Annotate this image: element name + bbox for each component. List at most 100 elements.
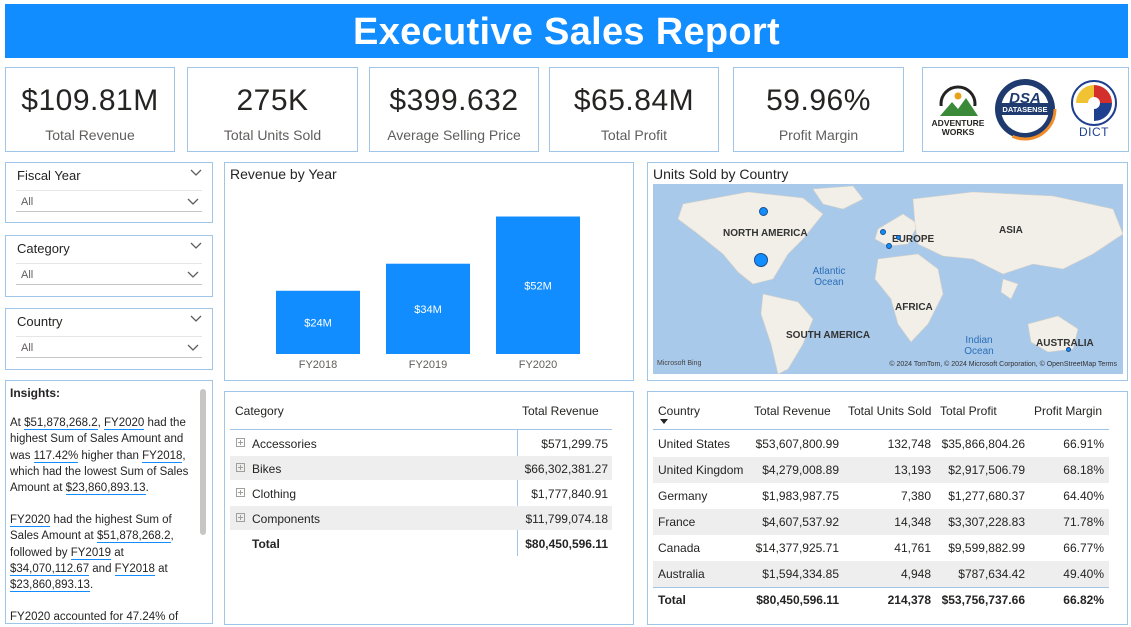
cell-profit: $2,917,506.79 bbox=[948, 463, 1025, 477]
cell-country: Canada bbox=[658, 541, 701, 555]
chevron-down-icon[interactable] bbox=[187, 344, 199, 352]
bar-data-label: $52M bbox=[524, 280, 552, 292]
cell-profit: $3,307,228.83 bbox=[948, 515, 1025, 529]
map-title: Units Sold by Country bbox=[653, 166, 789, 182]
table-total-label: Total bbox=[252, 537, 280, 551]
cell-units: 7,380 bbox=[900, 489, 931, 503]
expand-icon[interactable] bbox=[236, 438, 245, 447]
table-row-revenue: $66,302,381.27 bbox=[524, 462, 608, 476]
kpi-card-average-selling-price[interactable]: $399.632 Average Selling Price bbox=[369, 67, 539, 152]
sort-desc-icon[interactable] bbox=[660, 419, 668, 424]
title-banner: Executive Sales Report bbox=[5, 4, 1128, 58]
cell-margin: 71.78% bbox=[1063, 515, 1104, 529]
column-header-total-revenue[interactable]: Total Revenue bbox=[754, 404, 831, 418]
chevron-down-icon[interactable] bbox=[190, 169, 202, 177]
revenue-by-year-chart[interactable]: Revenue by Year $24M FY2018 $34M FY2019 $52M… bbox=[224, 162, 634, 381]
column-header-total-units-sold[interactable]: Total Units Sold bbox=[848, 404, 931, 418]
slicer-value: All bbox=[21, 342, 34, 354]
x-tick-label: FY2020 bbox=[519, 359, 558, 371]
kpi-value: $65.84M bbox=[573, 84, 695, 117]
cell-total-label: Total bbox=[658, 593, 686, 607]
dict-seal-logo: DICT bbox=[1065, 79, 1123, 141]
map-bubble-canada[interactable] bbox=[759, 207, 768, 216]
cell-units: 14,348 bbox=[894, 515, 931, 529]
column-header-total-profit[interactable]: Total Profit bbox=[940, 404, 997, 418]
expand-icon[interactable] bbox=[236, 488, 245, 497]
map-label-south-america: SOUTH AMERICA bbox=[786, 330, 871, 341]
kpi-value: $109.81M bbox=[21, 84, 159, 117]
map-canvas[interactable]: NORTH AMERICA EUROPE ASIA AFRICA SOUTH A… bbox=[653, 184, 1123, 374]
kpi-card-profit-margin[interactable]: 59.96% Profit Margin bbox=[733, 67, 904, 152]
column-divider bbox=[517, 430, 518, 556]
expand-icon[interactable] bbox=[236, 463, 245, 472]
slicer-country[interactable]: Country All bbox=[5, 308, 213, 370]
units-by-country-map[interactable]: Units Sold by Country NORTH AMERICA EURO… bbox=[647, 162, 1128, 381]
cell-revenue: $1,983,987.75 bbox=[762, 489, 839, 503]
cell-units: 41,761 bbox=[894, 541, 931, 555]
column-header-category[interactable]: Category bbox=[235, 404, 284, 418]
datasense-logo: DSA DATASENSE bbox=[993, 77, 1057, 141]
insight-paragraph: FY2020 had the highest Sum of Sales Amou… bbox=[10, 514, 174, 593]
x-tick-label: FY2019 bbox=[409, 359, 448, 371]
kpi-label: Total Profit bbox=[600, 127, 668, 143]
kpi-label: Total Revenue bbox=[45, 127, 135, 143]
slicer-title: Country bbox=[17, 314, 63, 329]
table-row-revenue: $1,777,840.91 bbox=[531, 487, 608, 501]
row-bg bbox=[653, 509, 1109, 535]
cell-country: Germany bbox=[658, 489, 708, 503]
scrollbar[interactable] bbox=[200, 389, 206, 535]
table-row-category: Accessories bbox=[252, 437, 317, 451]
cell-profit: $787,634.42 bbox=[958, 567, 1025, 581]
cell-margin: 49.40% bbox=[1063, 567, 1104, 581]
bar-data-label: $24M bbox=[304, 317, 332, 329]
cell-country: Australia bbox=[658, 567, 705, 581]
kpi-label: Total Units Sold bbox=[223, 127, 322, 143]
cell-total-units: 214,378 bbox=[887, 593, 931, 607]
slicer-title: Fiscal Year bbox=[17, 168, 81, 183]
cell-units: 132,748 bbox=[887, 437, 931, 451]
column-header-country[interactable]: Country bbox=[658, 404, 700, 418]
table-row-revenue: $571,299.75 bbox=[541, 437, 608, 451]
map-bubble-france[interactable] bbox=[886, 243, 892, 249]
slicer-dropdown[interactable]: All bbox=[16, 336, 202, 358]
insights-panel[interactable]: Insights: At $51,878,268.2, FY2020 had t… bbox=[5, 380, 213, 624]
cell-country: United Kingdom bbox=[658, 463, 744, 477]
map-bubble-united-kingdom[interactable] bbox=[880, 229, 886, 235]
category-revenue-table[interactable]: Category Total Revenue Accessories $571,… bbox=[224, 391, 634, 625]
kpi-card-total-profit[interactable]: $65.84M Total Profit bbox=[549, 67, 719, 152]
cell-profit: $9,599,882.99 bbox=[948, 541, 1025, 555]
expand-icon[interactable] bbox=[236, 513, 245, 522]
cell-revenue: $4,279,008.89 bbox=[762, 463, 839, 477]
kpi-card-total-revenue[interactable]: $109.81M Total Revenue bbox=[5, 67, 175, 152]
map-bubble-australia[interactable] bbox=[1066, 347, 1071, 352]
kpi-card-total-units-sold[interactable]: 275K Total Units Sold bbox=[187, 67, 358, 152]
chevron-down-icon[interactable] bbox=[190, 242, 202, 250]
slicer-value: All bbox=[21, 196, 34, 208]
table-total-revenue: $80,450,596.11 bbox=[525, 537, 608, 551]
map-bubble-united-states[interactable] bbox=[754, 253, 768, 267]
insights-title: Insights: bbox=[10, 386, 60, 400]
dict-text: DICT bbox=[1079, 125, 1109, 139]
report-title: Executive Sales Report bbox=[353, 11, 780, 53]
slicer-dropdown[interactable]: All bbox=[16, 190, 202, 212]
header-divider bbox=[230, 429, 612, 430]
slicer-dropdown[interactable]: All bbox=[16, 263, 202, 285]
map-bubble-germany[interactable] bbox=[896, 235, 901, 240]
adventure-works-text: ADVENTURE WORKS bbox=[931, 118, 985, 137]
chevron-down-icon[interactable] bbox=[187, 271, 199, 279]
slicer-fiscal-year[interactable]: Fiscal Year All bbox=[5, 162, 213, 223]
cell-profit: $35,866,804.26 bbox=[941, 437, 1025, 451]
slicer-category[interactable]: Category All bbox=[5, 235, 213, 297]
cell-revenue: $53,607,800.99 bbox=[755, 437, 839, 451]
chevron-down-icon[interactable] bbox=[190, 315, 202, 323]
total-divider bbox=[653, 587, 1109, 588]
bar-data-label: $34M bbox=[414, 304, 442, 316]
chevron-down-icon[interactable] bbox=[187, 198, 199, 206]
kpi-value: 275K bbox=[236, 84, 309, 117]
column-header-profit-margin[interactable]: Profit Margin bbox=[1034, 404, 1102, 418]
map-attribution[interactable]: © 2024 TomTom, © 2024 Microsoft Corporat… bbox=[889, 361, 1117, 368]
column-header-total-revenue[interactable]: Total Revenue bbox=[522, 404, 599, 418]
country-table[interactable]: Country Total Revenue Total Units Sold T… bbox=[647, 391, 1128, 625]
cell-profit: $1,277,680.37 bbox=[948, 489, 1025, 503]
logos-card: ADVENTURE WORKS DSA DATASENSE DICT bbox=[922, 67, 1129, 152]
